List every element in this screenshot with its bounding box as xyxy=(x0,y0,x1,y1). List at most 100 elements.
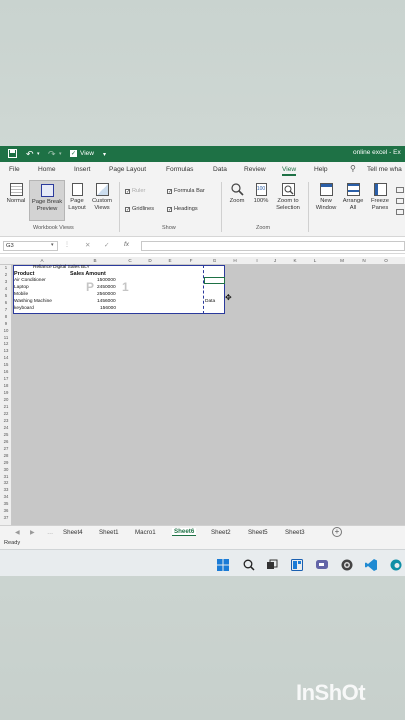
tab-formulas[interactable]: Formulas xyxy=(166,166,193,173)
row-header[interactable]: 6 xyxy=(0,300,12,305)
amount-cell[interactable]: 2450000 xyxy=(97,285,116,290)
row-header[interactable]: 30 xyxy=(0,467,12,472)
scroll-right-icon[interactable]: ▶ xyxy=(30,529,35,536)
row-header[interactable]: 36 xyxy=(0,508,12,513)
view-checkbox[interactable]: ✓ xyxy=(70,150,77,157)
table-title-cell[interactable]: Reliance Digital Sales BLY xyxy=(33,265,90,270)
row-header[interactable]: 4 xyxy=(0,286,12,291)
zoom-button[interactable]: Zoom xyxy=(226,183,248,205)
edge-icon[interactable] xyxy=(390,558,402,571)
customize-qat-icon[interactable]: ▾ xyxy=(103,146,106,162)
sheet-tab[interactable]: Sheet4 xyxy=(63,529,83,536)
scroll-left-icon[interactable]: ◀ xyxy=(15,529,20,536)
split-icon[interactable] xyxy=(396,187,404,193)
arrange-all-button[interactable]: Arrange All xyxy=(340,183,366,212)
name-box-dropdown-icon[interactable]: ▾ xyxy=(51,242,54,248)
redo-icon[interactable]: ↷ xyxy=(48,146,56,162)
row-header[interactable]: 33 xyxy=(0,487,12,492)
product-cell[interactable]: Laptop xyxy=(14,285,29,290)
col-header[interactable]: K xyxy=(286,258,304,263)
tab-help[interactable]: Help xyxy=(314,166,328,173)
formula-input[interactable] xyxy=(141,241,405,251)
sheet-tab[interactable]: Macro1 xyxy=(135,529,156,536)
more-sheets-icon[interactable]: … xyxy=(47,529,53,536)
row-header[interactable]: 21 xyxy=(0,404,12,409)
page-break-preview-button[interactable]: Page Break Preview xyxy=(29,180,65,221)
widgets-icon[interactable] xyxy=(291,558,303,571)
task-view-icon[interactable] xyxy=(266,558,278,570)
row-header[interactable]: 19 xyxy=(0,390,12,395)
row-header[interactable]: 12 xyxy=(0,341,12,346)
row-header[interactable]: 15 xyxy=(0,362,12,367)
col-header[interactable]: G xyxy=(204,258,225,263)
ruler-checkbox[interactable]: ✓ Ruler xyxy=(125,188,145,194)
browser-icon[interactable] xyxy=(341,558,353,571)
row-header[interactable]: 34 xyxy=(0,494,12,499)
amount-cell[interactable]: 2560000 xyxy=(97,292,116,297)
sheet-tab[interactable]: Sheet2 xyxy=(211,529,231,536)
undo-icon[interactable]: ↶ xyxy=(26,146,34,162)
formula-bar-checkbox[interactable]: ✓ Formula Bar xyxy=(167,188,205,194)
selected-cell-g3[interactable] xyxy=(204,277,225,284)
col-header[interactable]: F xyxy=(181,258,201,263)
row-header[interactable]: 32 xyxy=(0,480,12,485)
row-header[interactable]: 8 xyxy=(0,314,12,319)
col-header[interactable]: L xyxy=(306,258,324,263)
row-header[interactable]: 29 xyxy=(0,460,12,465)
row-header[interactable]: 10 xyxy=(0,328,12,333)
row-header[interactable]: 2 xyxy=(0,272,12,277)
tab-file[interactable]: File xyxy=(9,166,20,173)
sheet-tab[interactable]: Sheet5 xyxy=(248,529,268,536)
enter-icon[interactable]: ✓ xyxy=(104,241,109,249)
row-header[interactable]: 14 xyxy=(0,355,12,360)
amount-cell[interactable]: 1456000 xyxy=(97,299,116,304)
search-icon[interactable] xyxy=(243,558,255,571)
insert-function-icon[interactable]: fx xyxy=(124,241,129,248)
row-header[interactable]: 9 xyxy=(0,321,12,326)
lightbulb-icon[interactable]: ⚲ xyxy=(350,164,356,173)
row-header[interactable]: 17 xyxy=(0,376,12,381)
headings-checkbox[interactable]: ✓ Headings xyxy=(167,206,198,212)
more-options-icon[interactable]: ⋮ xyxy=(64,241,70,248)
vscode-icon[interactable] xyxy=(365,558,377,571)
tab-page-layout[interactable]: Page Layout xyxy=(109,166,146,173)
header-amount-cell[interactable]: Sales Amount xyxy=(70,271,106,277)
col-header[interactable]: A xyxy=(14,258,70,263)
amount-cell[interactable]: 1500000 xyxy=(97,278,116,283)
undo-dropdown-icon[interactable]: ▾ xyxy=(37,146,40,162)
col-header[interactable]: B xyxy=(70,258,120,263)
col-header[interactable]: J xyxy=(266,258,284,263)
row-header[interactable]: 31 xyxy=(0,474,12,479)
row-header[interactable]: 28 xyxy=(0,453,12,458)
teams-chat-icon[interactable] xyxy=(316,558,328,570)
product-cell[interactable]: Mobile xyxy=(14,292,28,297)
row-header[interactable]: 23 xyxy=(0,418,12,423)
product-cell[interactable]: keyboard xyxy=(14,306,34,311)
col-header[interactable]: I xyxy=(248,258,266,263)
col-header[interactable]: N xyxy=(354,258,374,263)
tab-insert[interactable]: Insert xyxy=(74,166,91,173)
row-header[interactable]: 20 xyxy=(0,397,12,402)
freeze-panes-button[interactable]: Freeze Panes xyxy=(367,183,393,212)
add-sheet-icon[interactable]: + xyxy=(332,527,342,537)
zoom-100-button[interactable]: 100 100% xyxy=(250,183,272,205)
col-header[interactable]: M xyxy=(332,258,352,263)
windows-start-icon[interactable] xyxy=(217,558,229,571)
row-header[interactable]: 18 xyxy=(0,383,12,388)
tab-data[interactable]: Data xyxy=(213,166,227,173)
sheet-tab-active[interactable]: Sheet6 xyxy=(172,528,197,536)
row-header[interactable]: 35 xyxy=(0,501,12,506)
col-header[interactable]: D xyxy=(140,258,160,263)
row-header[interactable]: 37 xyxy=(0,515,12,520)
normal-view-button[interactable]: Normal xyxy=(4,183,28,205)
tab-home[interactable]: Home xyxy=(38,166,56,173)
tab-review[interactable]: Review xyxy=(244,166,266,173)
product-cell[interactable]: Washing Machine xyxy=(14,299,52,304)
tab-view[interactable]: View xyxy=(282,166,297,176)
header-product-cell[interactable]: Product xyxy=(14,271,34,277)
new-window-button[interactable]: New Window xyxy=(312,183,340,212)
row-header[interactable]: 22 xyxy=(0,411,12,416)
redo-dropdown-icon[interactable]: ▾ xyxy=(59,146,62,162)
hide-icon[interactable] xyxy=(396,198,404,204)
row-header[interactable]: 11 xyxy=(0,335,12,340)
